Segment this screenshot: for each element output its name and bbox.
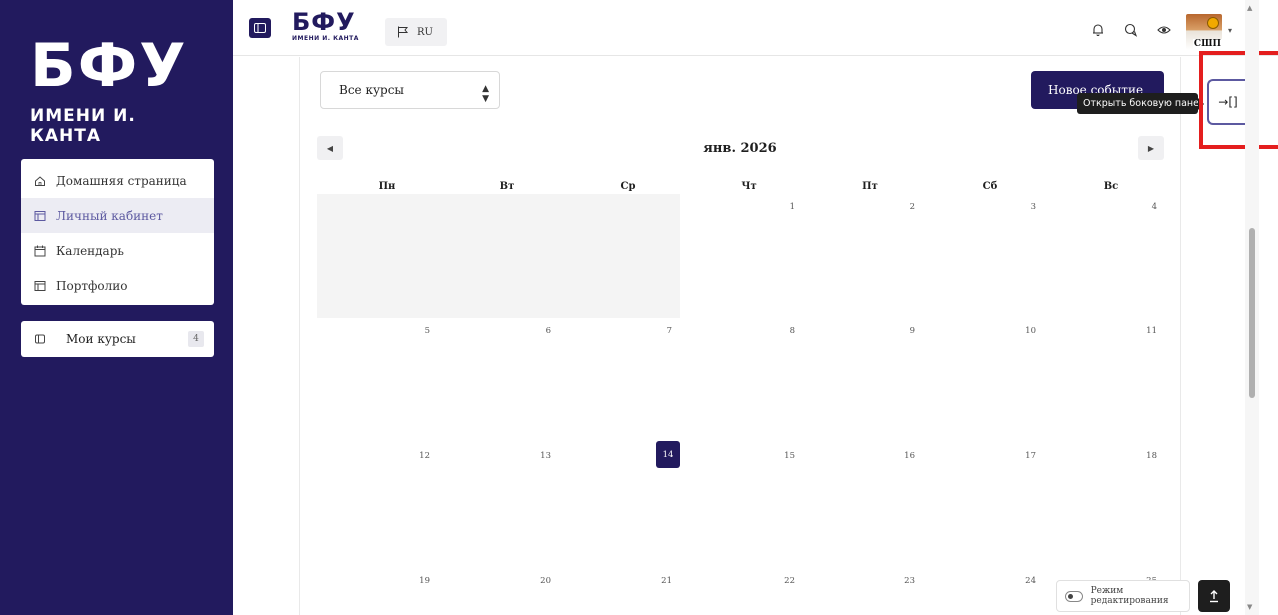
avatar-label: СШП: [1192, 39, 1222, 49]
calendar-day[interactable]: 17: [1016, 451, 1036, 461]
calendar-day[interactable]: 1: [775, 202, 795, 212]
logo-wordmark: БФУ: [30, 31, 188, 101]
weekday-label: Вт: [499, 181, 515, 192]
course-filter-value: Все курсы: [339, 83, 404, 97]
header-logo-subtitle: ИМЕНИ И. КАНТА: [292, 35, 359, 42]
sidebar-nav: Домашняя страница Личный кабинет Календа…: [21, 159, 214, 305]
sidebar-item-label: Личный кабинет: [56, 208, 163, 223]
toggle-switch[interactable]: [1065, 590, 1083, 602]
calendar-day[interactable]: 6: [531, 326, 551, 336]
tooltip-text: Открыть боковую панель: [1083, 98, 1198, 109]
flag-icon: [398, 26, 409, 38]
calendar-day[interactable]: 18: [1137, 451, 1157, 461]
calendar-icon: [34, 245, 46, 257]
calendar-day[interactable]: 16: [895, 451, 915, 461]
calendar-day[interactable]: 19: [410, 576, 430, 586]
eye-icon[interactable]: [1156, 22, 1172, 38]
course-filter-select[interactable]: Все курсы ▲ ▼: [320, 71, 500, 109]
calendar-day[interactable]: 10: [1016, 326, 1036, 336]
sidebar-item-dashboard[interactable]: Личный кабинет: [21, 198, 214, 233]
calendar-day[interactable]: 20: [531, 576, 551, 586]
calendar-day[interactable]: 12: [410, 451, 430, 461]
calendar-day[interactable]: 5: [410, 326, 430, 336]
header-logo-wordmark: БФУ: [292, 8, 356, 36]
calendar-day[interactable]: 24: [1016, 576, 1036, 586]
portfolio-icon: [34, 280, 46, 292]
calendar-day[interactable]: 7: [652, 326, 672, 336]
calendar-day[interactable]: 4: [1137, 202, 1157, 212]
logo-subtitle: ИМЕНИ И. КАНТА: [30, 106, 136, 146]
month-label: янв. 2026: [703, 141, 777, 156]
sidebar-item-portfolio[interactable]: Портфолио: [21, 268, 214, 303]
weekday-header: Пн Вт Ср Чт Пт Сб Вс: [317, 181, 1167, 193]
highlight-box: [1199, 51, 1278, 149]
sidebar-item-label: Портфолио: [56, 278, 128, 293]
sidebar: БФУ ИМЕНИ И. КАНТА Домашняя страница Лич…: [0, 0, 233, 615]
content-border-left: [299, 57, 300, 615]
calendar-day[interactable]: 21: [652, 576, 672, 586]
scroll-up-icon[interactable]: ▲: [1247, 4, 1252, 12]
bell-icon[interactable]: [1090, 22, 1106, 38]
calendar-day[interactable]: 3: [1016, 202, 1036, 212]
language-label: RU: [417, 26, 433, 38]
header-logo[interactable]: БФУ ИМЕНИ И. КАНТА: [292, 10, 359, 42]
sidebar-toggle-icon: [254, 23, 266, 33]
weekday-label: Пт: [862, 181, 878, 192]
weekday-label: Вс: [1103, 181, 1119, 192]
calendar-day[interactable]: 22: [775, 576, 795, 586]
calendar-day[interactable]: 15: [775, 451, 795, 461]
arrow-right-icon: ▶: [1147, 143, 1155, 153]
select-arrows-icon: ▲ ▼: [482, 84, 489, 104]
prev-month-button[interactable]: ◀: [317, 136, 343, 160]
calendar-day[interactable]: 8: [775, 326, 795, 336]
previous-month-days: [317, 194, 680, 318]
edit-mode-toggle[interactable]: Режим редактирования: [1056, 580, 1190, 612]
user-menu-caret-icon[interactable]: ▾: [1228, 26, 1232, 35]
scrollbar-thumb[interactable]: [1249, 228, 1255, 398]
sidebar-item-label: Домашняя страница: [56, 173, 187, 188]
sidebar-item-home[interactable]: Домашняя страница: [21, 163, 214, 198]
chat-icon[interactable]: [1123, 22, 1139, 38]
sidebar-item-my-courses[interactable]: Мои курсы 4: [21, 321, 214, 357]
my-courses-label: Мои курсы: [66, 332, 136, 346]
arrow-left-icon: ◀: [326, 143, 334, 153]
scroll-down-icon[interactable]: ▼: [1247, 603, 1252, 611]
badge-coin-icon: [1207, 17, 1219, 29]
user-avatar[interactable]: СШП: [1186, 14, 1222, 50]
university-logo[interactable]: БФУ ИМЕНИ И. КАНТА: [30, 31, 210, 146]
weekday-label: Ср: [620, 181, 636, 192]
calendar-day[interactable]: 23: [895, 576, 915, 586]
weekday-label: Чт: [741, 181, 757, 192]
sidebar-item-calendar[interactable]: Календарь: [21, 233, 214, 268]
courses-count-badge: 4: [188, 331, 204, 347]
dashboard-icon: [34, 210, 46, 222]
sidebar-toggle-button[interactable]: [249, 18, 271, 38]
language-button[interactable]: RU: [385, 18, 447, 46]
courses-icon: [34, 333, 46, 345]
sidebar-item-label: Календарь: [56, 243, 124, 258]
calendar-day[interactable]: 13: [531, 451, 551, 461]
arrow-up-icon: [1210, 590, 1218, 603]
top-header: БФУ ИМЕНИ И. КАНТА RU СШП ▾: [233, 0, 1278, 56]
edit-mode-label: Режим редактирования: [1090, 586, 1169, 606]
next-month-button[interactable]: ▶: [1138, 136, 1164, 160]
weekday-label: Сб: [982, 181, 998, 192]
weekday-label: Пн: [378, 181, 396, 192]
calendar-day-today[interactable]: 14: [656, 441, 680, 468]
content-border-right: [1180, 57, 1181, 615]
home-icon: [34, 175, 46, 187]
calendar-day[interactable]: 2: [895, 202, 915, 212]
calendar-day[interactable]: 9: [895, 326, 915, 336]
calendar-day[interactable]: 11: [1137, 326, 1157, 336]
drawer-tooltip: Открыть боковую панель: [1077, 93, 1198, 114]
back-to-top-button[interactable]: [1198, 580, 1230, 612]
